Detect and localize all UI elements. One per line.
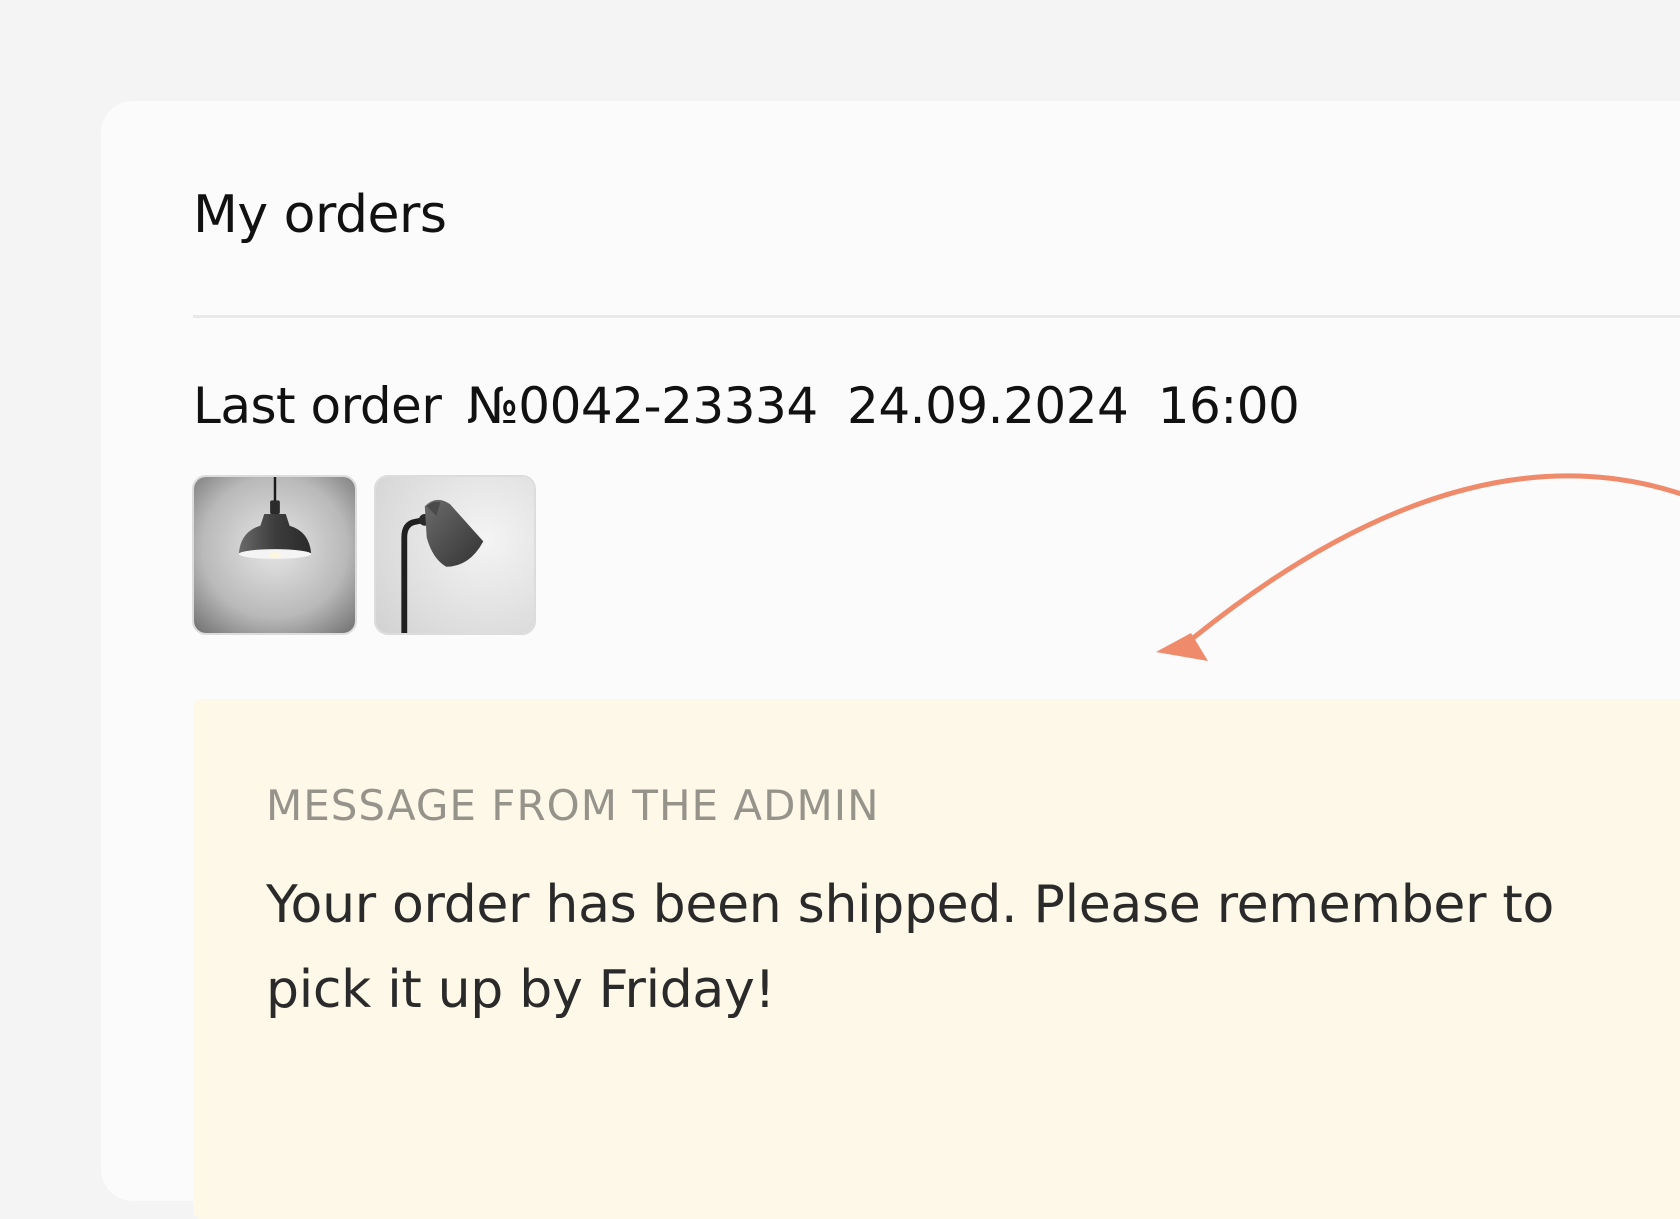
order-number[interactable]: №0042-23334: [467, 377, 818, 435]
admin-message-panel: MESSAGE FROM THE ADMIN Your order has be…: [193, 699, 1680, 1219]
admin-message-text: Your order has been shipped. Please reme…: [266, 875, 1555, 1020]
floor-lamp-icon: [376, 477, 534, 633]
admin-message-label: MESSAGE FROM THE ADMIN: [266, 781, 880, 830]
order-time: 16:00: [1157, 377, 1300, 435]
order-date: 24.09.2024: [847, 377, 1129, 435]
page-title: My orders: [193, 185, 447, 245]
orders-card: My orders Last order №0042-23334 24.09.2…: [101, 101, 1680, 1219]
order-item-thumbnail[interactable]: [192, 475, 357, 635]
pendant-lamp-icon: [194, 477, 355, 633]
last-order-header: Last order №0042-23334 24.09.2024 16:00: [193, 377, 1300, 435]
divider: [193, 315, 1680, 318]
last-order-label: Last order: [193, 377, 442, 435]
order-item-thumbnail[interactable]: [374, 475, 536, 635]
